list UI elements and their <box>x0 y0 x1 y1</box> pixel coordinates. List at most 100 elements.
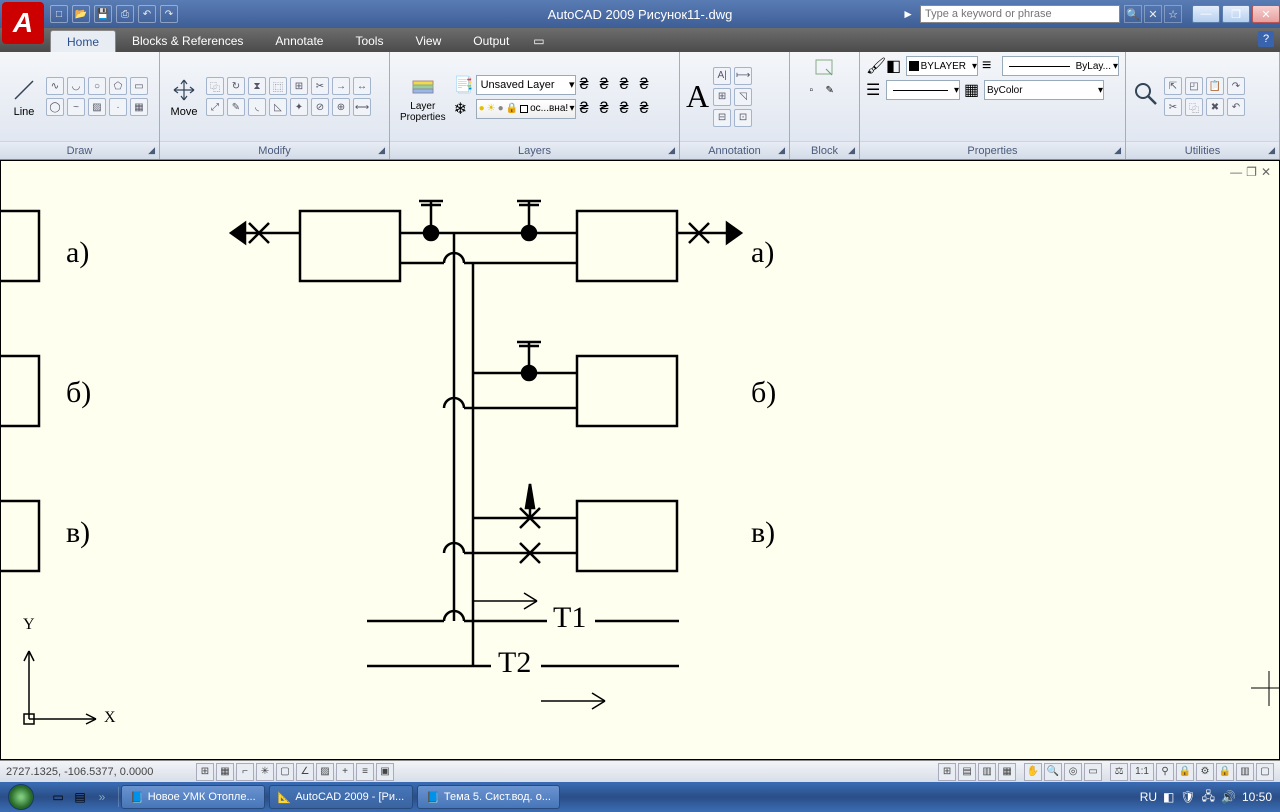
maximize-button[interactable]: ❐ <box>1222 5 1250 23</box>
annot-leader-icon[interactable]: ◹ <box>734 88 752 106</box>
taskbar-app-autocad[interactable]: 📐AutoCAD 2009 - [Ри... <box>269 785 414 809</box>
app-logo[interactable]: A <box>2 2 44 44</box>
tab-blocks[interactable]: Blocks & References <box>116 30 259 52</box>
tab-view[interactable]: View <box>399 30 457 52</box>
draw-hatch-icon[interactable]: ▨ <box>88 98 106 116</box>
ortho-toggle[interactable]: ⌐ <box>236 763 254 781</box>
move-button[interactable]: Move <box>166 74 202 120</box>
modify-join-icon[interactable]: ⊕ <box>332 98 350 116</box>
hardware-icon[interactable]: ▥ <box>1236 763 1254 781</box>
qp-toggle[interactable]: ▣ <box>376 763 394 781</box>
qat-new-icon[interactable]: □ <box>50 5 68 23</box>
annot-dim-icon[interactable]: ⟼ <box>734 67 752 85</box>
util-paste-icon[interactable]: 📋 <box>1206 77 1224 95</box>
start-button[interactable] <box>0 782 42 812</box>
block-insert-button[interactable] <box>812 56 838 83</box>
tray-safearm-icon[interactable]: ◧ <box>1163 790 1174 804</box>
modify-array-icon[interactable]: ⊞ <box>290 77 308 95</box>
tab-output[interactable]: Output <box>457 30 525 52</box>
layout-quick-icon[interactable]: ▤ <box>958 763 976 781</box>
layer-tool7-icon[interactable]: ₴ <box>620 100 636 118</box>
close-button[interactable]: ✕ <box>1252 5 1280 23</box>
ducs-toggle[interactable]: ▨ <box>316 763 334 781</box>
draw-region-icon[interactable]: ▦ <box>130 98 148 116</box>
layer-tool8-icon[interactable]: ₴ <box>640 100 656 118</box>
layer-state-combo[interactable]: Unsaved Layer▾ <box>476 75 576 95</box>
util-select-icon[interactable]: ◰ <box>1185 77 1203 95</box>
draw-rect-icon[interactable]: ▭ <box>130 77 148 95</box>
qat-print-icon[interactable]: ⎙ <box>116 5 134 23</box>
grid-toggle[interactable]: ▦ <box>216 763 234 781</box>
zoom-button[interactable] <box>1132 80 1160 113</box>
qat-redo-icon[interactable]: ↷ <box>160 5 178 23</box>
search-input[interactable] <box>920 5 1120 23</box>
draw-arc-icon[interactable]: ◡ <box>67 77 85 95</box>
show-desktop-icon[interactable]: ▭ <box>48 787 68 807</box>
text-button[interactable]: A <box>686 78 709 115</box>
comm-center-icon[interactable]: ✕ <box>1144 5 1162 23</box>
tab-home[interactable]: Home <box>50 30 116 52</box>
layer-freeze-icon[interactable]: ❄ <box>454 99 472 119</box>
scale-display[interactable]: 1:1 <box>1130 763 1154 781</box>
draw-polyline-icon[interactable]: ∿ <box>46 77 64 95</box>
clean-screen-icon[interactable]: ▢ <box>1256 763 1274 781</box>
block-create-icon[interactable]: ▫ <box>810 85 824 96</box>
util-redo-icon[interactable]: ↷ <box>1227 77 1245 95</box>
tray-network-icon[interactable]: 🖧 <box>1202 787 1215 808</box>
color-combo[interactable]: BYLAYER▾ <box>906 56 978 76</box>
snap-toggle[interactable]: ⊞ <box>196 763 214 781</box>
steering-icon[interactable]: ◎ <box>1064 763 1082 781</box>
annovis-icon[interactable]: ⚲ <box>1156 763 1174 781</box>
modify-rotate-icon[interactable]: ↻ <box>227 77 245 95</box>
favorites-icon[interactable]: ☆ <box>1164 5 1182 23</box>
prop-list-icon[interactable]: ☰ <box>866 80 882 100</box>
qat-save-icon[interactable]: 💾 <box>94 5 112 23</box>
prop-match-icon[interactable]: 🖌 <box>866 56 882 76</box>
modify-offset-icon[interactable]: ⿴ <box>269 77 287 95</box>
modify-chamfer-icon[interactable]: ◺ <box>269 98 287 116</box>
workspace-icon[interactable]: ⚙ <box>1196 763 1214 781</box>
zoom-in-icon[interactable]: 🔍 <box>1044 763 1062 781</box>
annot-field-icon[interactable]: ⊟ <box>713 109 731 127</box>
osnap-toggle[interactable]: ▢ <box>276 763 294 781</box>
layer-current-combo[interactable]: ●☀●🔒 ос...вна!▾ <box>476 99 576 119</box>
taskbar-app-word1[interactable]: 📘Новое УМК Отопле... <box>121 785 265 809</box>
lineweight-combo[interactable]: ▾ <box>886 80 960 100</box>
modify-explode-icon[interactable]: ✦ <box>290 98 308 116</box>
annot-tol-icon[interactable]: ⊡ <box>734 109 752 127</box>
toolbar-lock-icon[interactable]: 🔒 <box>1216 763 1234 781</box>
prop-color-icon[interactable]: ◧ <box>886 56 902 76</box>
model-toggle[interactable]: ⊞ <box>938 763 956 781</box>
dyn-toggle[interactable]: + <box>336 763 354 781</box>
pan-icon[interactable]: ✋ <box>1024 763 1042 781</box>
qat-undo-icon[interactable]: ↶ <box>138 5 156 23</box>
annoscale-icon[interactable]: ⚖ <box>1110 763 1128 781</box>
tab-annotate[interactable]: Annotate <box>259 30 339 52</box>
draw-spline-icon[interactable]: ~ <box>67 98 85 116</box>
taskbar-app-word2[interactable]: 📘Тема 5. Сист.вод. о... <box>417 785 560 809</box>
modify-extend-icon[interactable]: → <box>332 77 350 95</box>
layer-tool4-icon[interactable]: ₴ <box>640 76 656 94</box>
layer-tool3-icon[interactable]: ₴ <box>620 76 636 94</box>
util-measure-icon[interactable]: ⇱ <box>1164 77 1182 95</box>
util-undo-icon[interactable]: ↶ <box>1227 98 1245 116</box>
util-clear-icon[interactable]: ✖ <box>1206 98 1224 116</box>
modify-scale-icon[interactable]: ⤢ <box>206 98 224 116</box>
layer-tool5-icon[interactable]: ₴ <box>580 100 596 118</box>
layout-tab-icon[interactable]: ▥ <box>978 763 996 781</box>
lang-indicator[interactable]: RU <box>1140 790 1157 804</box>
layer-tool2-icon[interactable]: ₴ <box>600 76 616 94</box>
polar-toggle[interactable]: ✳ <box>256 763 274 781</box>
modify-fillet-icon[interactable]: ◟ <box>248 98 266 116</box>
lwt-toggle[interactable]: ≡ <box>356 763 374 781</box>
layer-tool1-icon[interactable]: ₴ <box>580 76 596 94</box>
annot-mtext-icon[interactable]: A| <box>713 67 731 85</box>
switch-windows-icon[interactable]: ▤ <box>70 787 90 807</box>
tab-tools[interactable]: Tools <box>339 30 399 52</box>
layout-nav-icon[interactable]: ▦ <box>998 763 1016 781</box>
util-cut-icon[interactable]: ✂ <box>1164 98 1182 116</box>
annolock-icon[interactable]: 🔒 <box>1176 763 1194 781</box>
search-go-icon[interactable]: 🔍 <box>1124 5 1142 23</box>
otrack-toggle[interactable]: ∠ <box>296 763 314 781</box>
plotstyle-combo[interactable]: ByColor▾ <box>984 80 1104 100</box>
